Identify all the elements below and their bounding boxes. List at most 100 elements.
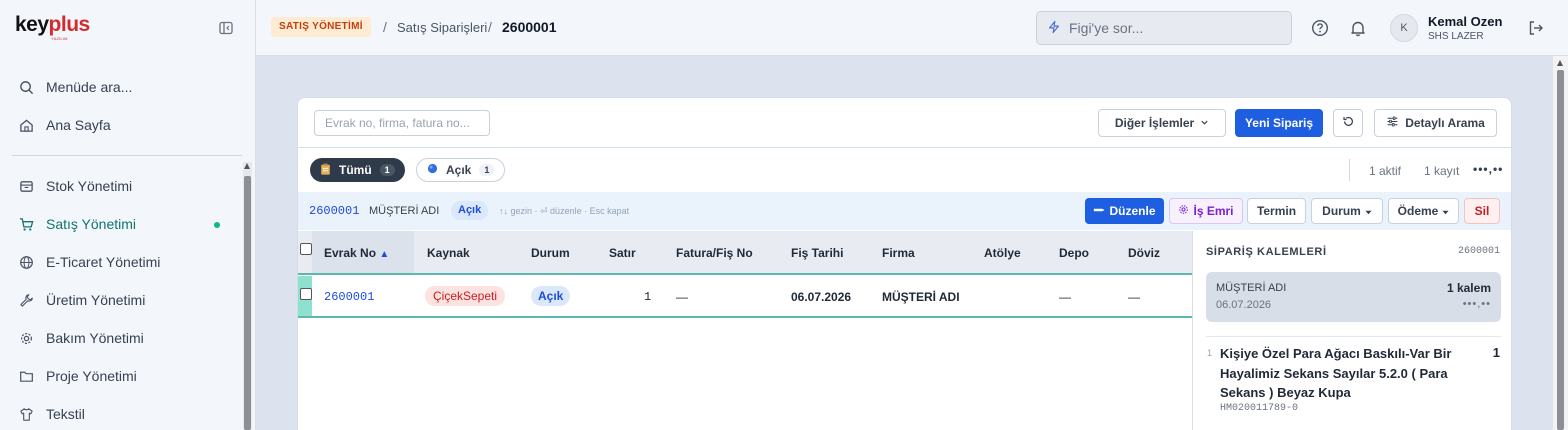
sidebar-item-label: Tekstil bbox=[46, 406, 85, 422]
new-order-button[interactable]: Yeni Sipariş bbox=[1235, 109, 1323, 137]
search-icon bbox=[18, 79, 34, 95]
filter-all-count: 1 bbox=[379, 164, 395, 176]
record-count: 1 kayıt bbox=[1424, 164, 1460, 178]
sidebar-collapse-icon[interactable] bbox=[218, 20, 234, 36]
work-order-label: İş Emri bbox=[1193, 204, 1234, 218]
sidebar-item-production[interactable]: Üretim Yönetimi bbox=[18, 289, 145, 311]
summary-item-count: 1 kalem bbox=[1446, 281, 1491, 295]
stat-divider bbox=[1349, 159, 1350, 181]
sidebar-item-label: Satış Yönetimi bbox=[46, 216, 137, 232]
scroll-up-arrow-icon[interactable] bbox=[1557, 60, 1563, 66]
chevron-down-icon bbox=[1200, 116, 1209, 130]
pencil-icon bbox=[1093, 204, 1106, 218]
breadcrumb-separator: / bbox=[488, 19, 492, 35]
edit-button[interactable]: Düzenle bbox=[1085, 198, 1164, 224]
ask-figi-box[interactable] bbox=[1036, 11, 1292, 45]
row-checkbox[interactable] bbox=[300, 288, 312, 300]
sidebar-scrollbar[interactable] bbox=[243, 162, 252, 430]
gear-icon bbox=[18, 330, 34, 346]
page-scroll-thumb[interactable] bbox=[1557, 70, 1564, 430]
user-name: Kemal Ozen bbox=[1428, 14, 1503, 29]
sidebar-scroll-thumb[interactable] bbox=[244, 176, 251, 430]
sidebar-item-label: E-Ticaret Yönetimi bbox=[46, 254, 161, 270]
bell-icon[interactable] bbox=[1348, 18, 1368, 38]
more-menu[interactable]: •••,•• bbox=[1473, 162, 1503, 176]
gear-icon bbox=[1178, 204, 1189, 218]
order-items-title: SİPARİŞ KALEMLERİ bbox=[1206, 246, 1327, 258]
sidebar-item-stock[interactable]: Stok Yönetimi bbox=[18, 175, 132, 197]
other-actions-button[interactable]: Diğer İşlemler bbox=[1098, 109, 1226, 137]
col-currency[interactable]: Döviz bbox=[1128, 246, 1160, 260]
col-firm[interactable]: Firma bbox=[882, 246, 915, 260]
globe-icon bbox=[18, 254, 34, 270]
user-company: SHS LAZER bbox=[1428, 31, 1484, 42]
row-doc-no[interactable]: 2600001 bbox=[324, 290, 374, 304]
sidebar-item-home[interactable]: Ana Sayfa bbox=[18, 114, 111, 136]
summary-amount: •••,•• bbox=[1462, 298, 1491, 310]
select-all-checkbox[interactable] bbox=[300, 243, 312, 255]
filter-open-count: 1 bbox=[479, 164, 495, 176]
row-firm: MÜŞTERİ ADI bbox=[882, 290, 960, 304]
sidebar-search[interactable]: Menüde ara... bbox=[18, 76, 132, 98]
clipboard-icon bbox=[320, 163, 331, 178]
folder-icon bbox=[18, 368, 34, 384]
breadcrumb-link-sales-orders[interactable]: Satış Siparişleri bbox=[397, 20, 487, 35]
table-row[interactable]: 2600001 ÇiçekSepeti Açık 1 — 06.07.2026 … bbox=[298, 276, 1192, 318]
col-depot[interactable]: Depo bbox=[1059, 246, 1089, 260]
filter-all-tab[interactable]: Tümü 1 bbox=[310, 158, 405, 182]
sidebar-item-projects[interactable]: Proje Yönetimi bbox=[18, 365, 137, 387]
sidebar-item-label: Ana Sayfa bbox=[46, 117, 111, 133]
sidebar-item-ecommerce[interactable]: E-Ticaret Yönetimi bbox=[18, 251, 160, 273]
row-lines: 1 bbox=[644, 290, 652, 304]
lightning-icon bbox=[1047, 20, 1061, 37]
other-actions-label: Diğer İşlemler bbox=[1114, 116, 1195, 130]
logout-icon[interactable] bbox=[1526, 18, 1546, 38]
row-depot: — bbox=[1059, 290, 1071, 304]
table-header: Evrak No ▲ Kaynak Durum Satır Fatura/Fiş… bbox=[298, 231, 1192, 275]
logo-accent: plus bbox=[48, 13, 91, 36]
avatar[interactable]: K bbox=[1390, 14, 1418, 42]
logo-sub: YAZILIM bbox=[51, 36, 68, 41]
summary-date: 06.07.2026 bbox=[1216, 299, 1272, 311]
box-icon bbox=[18, 178, 34, 194]
work-order-button[interactable]: İş Emri bbox=[1169, 198, 1243, 224]
sidebar-item-sales[interactable]: Satış Yönetimi bbox=[18, 213, 136, 235]
sidebar-item-textile[interactable]: Tekstil bbox=[18, 403, 85, 425]
filter-all-label: Tümü bbox=[339, 163, 372, 177]
sidebar-item-label: Proje Yönetimi bbox=[46, 368, 137, 384]
page-scrollbar[interactable] bbox=[1553, 56, 1568, 430]
wrench-icon bbox=[18, 292, 34, 308]
refresh-button[interactable] bbox=[1333, 109, 1363, 137]
ask-figi-input[interactable] bbox=[1069, 20, 1269, 36]
sliders-icon bbox=[1386, 115, 1399, 131]
col-doc-no[interactable]: Evrak No ▲ bbox=[324, 246, 389, 260]
status-dropdown-button[interactable]: Durum bbox=[1311, 198, 1383, 224]
item-name[interactable]: Kişiye Özel Para Ağacı Baskılı-Var Bir H… bbox=[1220, 344, 1470, 403]
selected-firm: MÜŞTERİ ADI bbox=[369, 205, 440, 217]
col-lines[interactable]: Satır bbox=[609, 246, 636, 260]
order-search-input[interactable] bbox=[314, 110, 490, 136]
breadcrumb-separator: / bbox=[383, 19, 387, 35]
detailed-search-button[interactable]: Detaylı Arama bbox=[1374, 109, 1497, 137]
row-status-badge: Açık bbox=[531, 286, 571, 306]
payment-dropdown-button[interactable]: Ödeme bbox=[1388, 198, 1459, 224]
col-invoice-no[interactable]: Fatura/Fiş No bbox=[676, 246, 753, 260]
selected-doc-no[interactable]: 2600001 bbox=[309, 204, 359, 218]
order-summary-box[interactable]: MÜŞTERİ ADI 1 kalem 06.07.2026 •••,•• bbox=[1206, 272, 1501, 322]
help-icon[interactable] bbox=[1310, 18, 1330, 38]
col-workshop[interactable]: Atölye bbox=[984, 246, 1021, 260]
breadcrumb-module-badge[interactable]: SATIŞ YÖNETİMİ bbox=[271, 17, 371, 37]
filter-open-tab[interactable]: Açık 1 bbox=[416, 158, 506, 182]
item-sku: HM020011789-0 bbox=[1220, 403, 1299, 414]
scroll-up-arrow-icon[interactable] bbox=[244, 163, 250, 169]
term-button[interactable]: Termin bbox=[1247, 198, 1306, 224]
item-quantity: 1 bbox=[1492, 345, 1500, 360]
row-currency: — bbox=[1128, 290, 1140, 304]
col-status[interactable]: Durum bbox=[531, 246, 570, 260]
col-source[interactable]: Kaynak bbox=[427, 246, 470, 260]
keyplus-logo[interactable]: keyplus YAZILIM bbox=[15, 13, 105, 43]
sidebar-item-maintenance[interactable]: Bakım Yönetimi bbox=[18, 327, 144, 349]
summary-firm: MÜŞTERİ ADI bbox=[1216, 282, 1287, 294]
delete-button[interactable]: Sil bbox=[1464, 198, 1500, 224]
col-date[interactable]: Fiş Tarihi bbox=[791, 246, 843, 260]
